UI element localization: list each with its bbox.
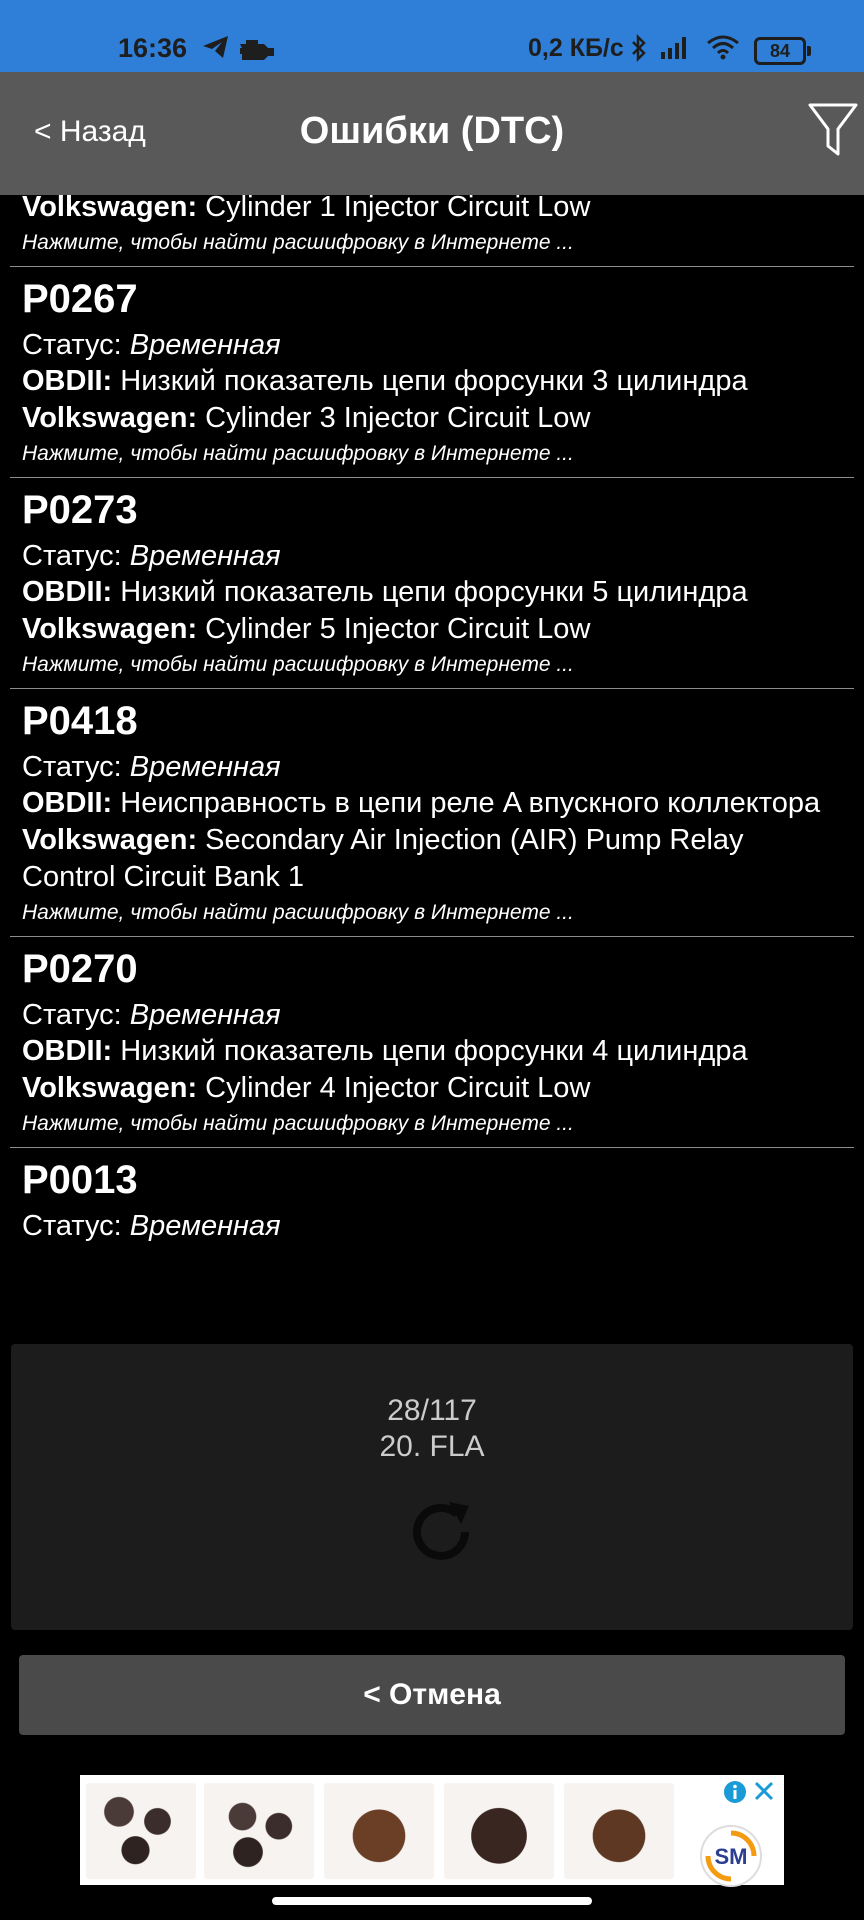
home-indicator[interactable]: [272, 1897, 592, 1905]
ad-info-icon[interactable]: [722, 1779, 748, 1810]
manufacturer-label: Volkswagen:: [22, 824, 198, 856]
obd-label: OBDII:: [22, 1035, 113, 1067]
obd-text: Низкий показатель цепи форсунки 4 цилинд…: [112, 1035, 748, 1067]
telegram-icon: [202, 34, 230, 65]
battery-icon: 84: [754, 37, 811, 65]
dtc-status: Статус: Временная: [22, 327, 842, 363]
dtc-entry[interactable]: P0267 Статус: Временная OBDII: Низкий по…: [10, 267, 854, 478]
dtc-list[interactable]: Volkswagen: Cylinder 1 Injector Circuit …: [0, 195, 864, 1333]
wifi-icon: [706, 34, 740, 65]
obd-text: Неисправность в цепи реле A впускного ко…: [112, 787, 821, 819]
pellets-image[interactable]: [86, 1783, 196, 1879]
status-label: Статус:: [22, 329, 122, 361]
obd-text: Низкий показатель цепи форсунки 5 цилинд…: [112, 576, 748, 608]
bluetooth-icon: [630, 33, 648, 67]
ground-coffee-image[interactable]: [564, 1783, 674, 1879]
dtc-entry-partial[interactable]: Volkswagen: Cylinder 1 Injector Circuit …: [10, 195, 854, 267]
dtc-status: Статус: Временная: [22, 1208, 842, 1244]
network-speed: 0,2 КБ/с: [528, 34, 624, 62]
dtc-code: P0013: [22, 1158, 138, 1202]
obd-text: Низкий показатель цепи форсунки 3 цилинд…: [112, 365, 748, 397]
manufacturer-description: Volkswagen: Cylinder 1 Injector Circuit …: [22, 195, 842, 226]
refresh-icon: [403, 1494, 479, 1575]
status-label: Статус:: [22, 751, 122, 783]
dtc-entry[interactable]: P0273 Статус: Временная OBDII: Низкий по…: [10, 478, 854, 689]
manufacturer-text: Cylinder 1 Injector Circuit Low: [197, 195, 591, 223]
manufacturer-description: Volkswagen: Cylinder 5 Injector Circuit …: [22, 611, 842, 648]
dtc-status: Статус: Временная: [22, 749, 842, 785]
status-bar: 16:36 0,2 КБ/с 84: [0, 0, 864, 72]
engine-icon: [236, 34, 278, 67]
status-time: 16:36: [118, 33, 188, 63]
ad-close-icon[interactable]: [752, 1779, 776, 1808]
dtc-code: P0267: [22, 277, 138, 321]
cancel-button[interactable]: < Отмена: [19, 1655, 845, 1735]
status-label: Статус:: [22, 540, 122, 572]
signal-icon: [660, 34, 690, 65]
obd-description: OBDII: Неисправность в цепи реле A впуск…: [22, 785, 842, 822]
status-value: Временная: [129, 751, 281, 783]
manufacturer-description: Volkswagen: Cylinder 4 Injector Circuit …: [22, 1070, 842, 1107]
obd-description: OBDII: Низкий показатель цепи форсунки 4…: [22, 1033, 842, 1070]
dtc-entry[interactable]: P0013 Статус: Временная: [10, 1148, 854, 1244]
manufacturer-text: Cylinder 5 Injector Circuit Low: [197, 613, 591, 645]
obd-label: OBDII:: [22, 365, 113, 397]
pellets-image[interactable]: [204, 1783, 314, 1879]
status-value: Временная: [129, 329, 281, 361]
dtc-code: P0418: [22, 699, 138, 743]
ground-coffee-image[interactable]: [444, 1783, 554, 1879]
status-value: Временная: [129, 999, 281, 1031]
manufacturer-description: Volkswagen: Cylinder 3 Injector Circuit …: [22, 400, 842, 437]
obd-label: OBDII:: [22, 576, 113, 608]
dtc-code: P0270: [22, 947, 138, 991]
dtc-code: P0273: [22, 488, 138, 532]
manufacturer-label: Volkswagen:: [22, 402, 198, 434]
manufacturer-text: Cylinder 4 Injector Circuit Low: [197, 1072, 591, 1104]
obd-description: OBDII: Низкий показатель цепи форсунки 5…: [22, 574, 842, 611]
search-hint[interactable]: Нажмите, чтобы найти расшифровку в Интер…: [22, 898, 842, 928]
status-value: Временная: [129, 540, 281, 572]
obd-label: OBDII:: [22, 787, 113, 819]
dtc-entry[interactable]: P0270 Статус: Временная OBDII: Низкий по…: [10, 937, 854, 1148]
search-hint[interactable]: Нажмите, чтобы найти расшифровку в Интер…: [22, 650, 842, 680]
search-hint[interactable]: Нажмите, чтобы найти расшифровку в Интер…: [22, 439, 842, 469]
manufacturer-text: Cylinder 3 Injector Circuit Low: [197, 402, 591, 434]
dtc-entry[interactable]: P0418 Статус: Временная OBDII: Неисправн…: [10, 689, 854, 937]
search-hint[interactable]: Нажмите, чтобы найти расшифровку в Интер…: [22, 228, 842, 258]
app-header: < Назад Ошибки (DTC): [0, 72, 864, 195]
status-value: Временная: [129, 1210, 281, 1242]
progress-step: 20. FLA: [379, 1430, 485, 1463]
progress-count: 28/117: [387, 1394, 477, 1427]
ground-coffee-image[interactable]: [324, 1783, 434, 1879]
page-title: Ошибки (DTC): [299, 110, 565, 152]
status-label: Статус:: [22, 999, 122, 1031]
manufacturer-description: Volkswagen: Secondary Air Injection (AIR…: [22, 822, 842, 896]
manufacturer-label: Volkswagen:: [22, 1072, 198, 1104]
dtc-status: Статус: Временная: [22, 538, 842, 574]
filter-icon[interactable]: [808, 102, 858, 163]
ad-banner[interactable]: SM: [80, 1775, 784, 1887]
manufacturer-label: Volkswagen:: [22, 613, 198, 645]
scan-progress-panel: 28/117 20. FLA: [11, 1344, 853, 1630]
advertiser-logo[interactable]: SM: [700, 1825, 762, 1887]
obd-description: OBDII: Низкий показатель цепи форсунки 3…: [22, 363, 842, 400]
advertiser-logo-text: SM: [715, 1844, 748, 1869]
manufacturer-label: Volkswagen:: [22, 195, 198, 223]
status-label: Статус:: [22, 1210, 122, 1242]
dtc-status: Статус: Временная: [22, 997, 842, 1033]
search-hint[interactable]: Нажмите, чтобы найти расшифровку в Интер…: [22, 1109, 842, 1139]
